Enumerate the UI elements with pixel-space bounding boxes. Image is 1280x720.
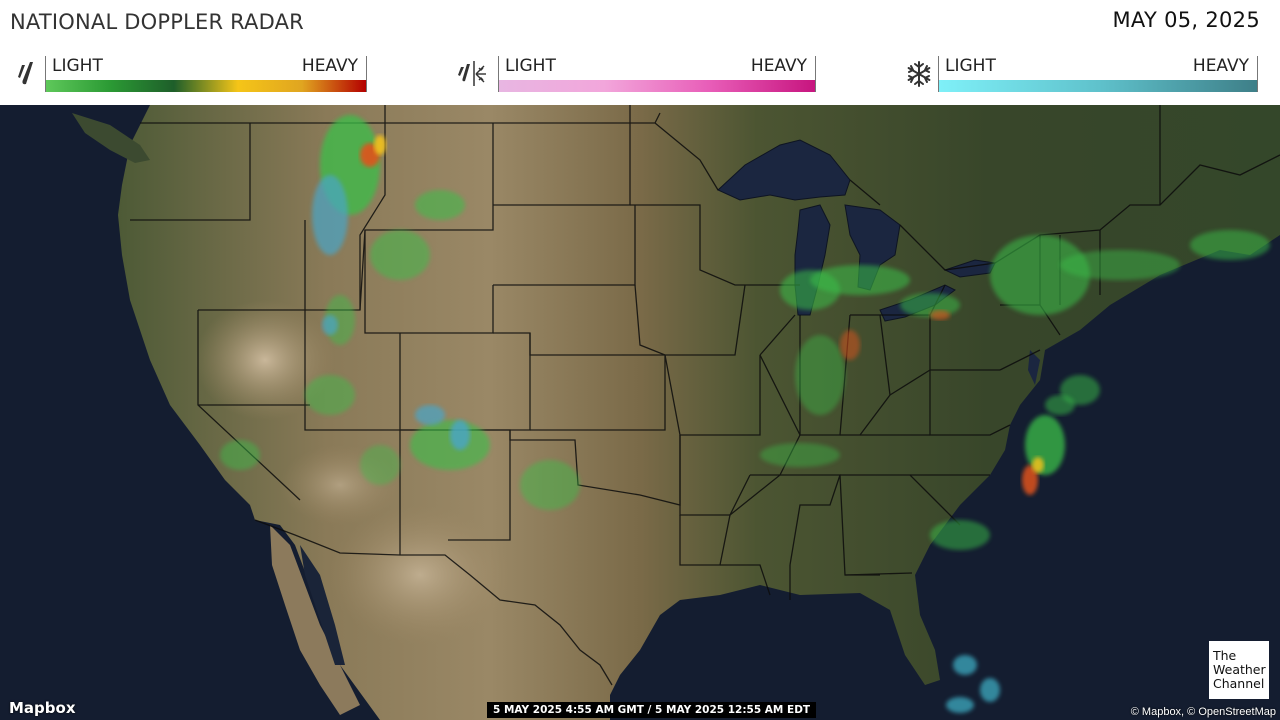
- logo-line-1: The: [1213, 648, 1237, 663]
- legend-rain-gradient-bar: [46, 80, 366, 92]
- radar-echo: [305, 375, 355, 415]
- desert-region: [330, 505, 510, 645]
- radar-echo: [220, 440, 260, 470]
- radar-echo: [930, 520, 990, 550]
- map-attribution[interactable]: © Mapbox, © OpenStreetMap: [1131, 706, 1276, 718]
- legend-snow-light-label: LIGHT: [945, 56, 996, 76]
- legend-rain-heavy-label: HEAVY: [301, 56, 358, 76]
- rain-snow-mix-icon: [456, 58, 486, 88]
- snowflake-icon: [904, 58, 934, 88]
- radar-echo: [760, 443, 840, 467]
- legend-rain-light-label: LIGHT: [52, 56, 103, 76]
- legend-snow-heavy-label: HEAVY: [1192, 56, 1249, 76]
- radar-echo: [1032, 457, 1044, 473]
- radar-echo: [360, 445, 400, 485]
- radar-echo: [415, 190, 465, 220]
- rain-drops-icon: [14, 58, 44, 88]
- radar-echo: [795, 335, 845, 415]
- mapbox-logo[interactable]: Mapbox: [9, 699, 76, 717]
- radar-date: MAY 05, 2025: [1112, 8, 1260, 32]
- radar-echo: [900, 293, 960, 317]
- legend-mix-gradient-bar: [499, 80, 815, 92]
- radar-echo: [520, 460, 580, 510]
- radar-echo: [990, 235, 1090, 315]
- radar-echo: [930, 310, 950, 320]
- radar-echo: [415, 405, 445, 425]
- legend-mix-heavy-label: HEAVY: [750, 56, 807, 76]
- logo-line-2: Weather: [1213, 662, 1266, 677]
- radar-echo: [450, 420, 470, 450]
- logo-line-3: Channel: [1213, 676, 1265, 691]
- radar-echo: [370, 230, 430, 280]
- legend-snow-gradient-bar: [939, 80, 1257, 92]
- radar-echo: [374, 135, 386, 155]
- map-canvas[interactable]: [0, 105, 1280, 720]
- radar-echo: [410, 420, 490, 470]
- legend-mix-light-label: LIGHT: [505, 56, 556, 76]
- page-title: NATIONAL DOPPLER RADAR: [10, 10, 304, 34]
- radar-echo: [810, 265, 910, 295]
- the-weather-channel-logo[interactable]: The Weather Channel: [1209, 641, 1269, 699]
- radar-echo: [840, 330, 860, 360]
- radar-echo: [1060, 250, 1180, 280]
- radar-header: NATIONAL DOPPLER RADAR MAY 05, 2025 LIGH…: [0, 0, 1280, 105]
- radar-echo: [1190, 230, 1270, 260]
- radar-timestamp: 5 MAY 2025 4:55 AM GMT / 5 MAY 2025 12:5…: [487, 702, 817, 718]
- radar-map[interactable]: Mapbox: [0, 105, 1280, 720]
- radar-echo: [322, 315, 338, 335]
- radar-echo: [1045, 395, 1075, 415]
- radar-echo: [312, 175, 348, 255]
